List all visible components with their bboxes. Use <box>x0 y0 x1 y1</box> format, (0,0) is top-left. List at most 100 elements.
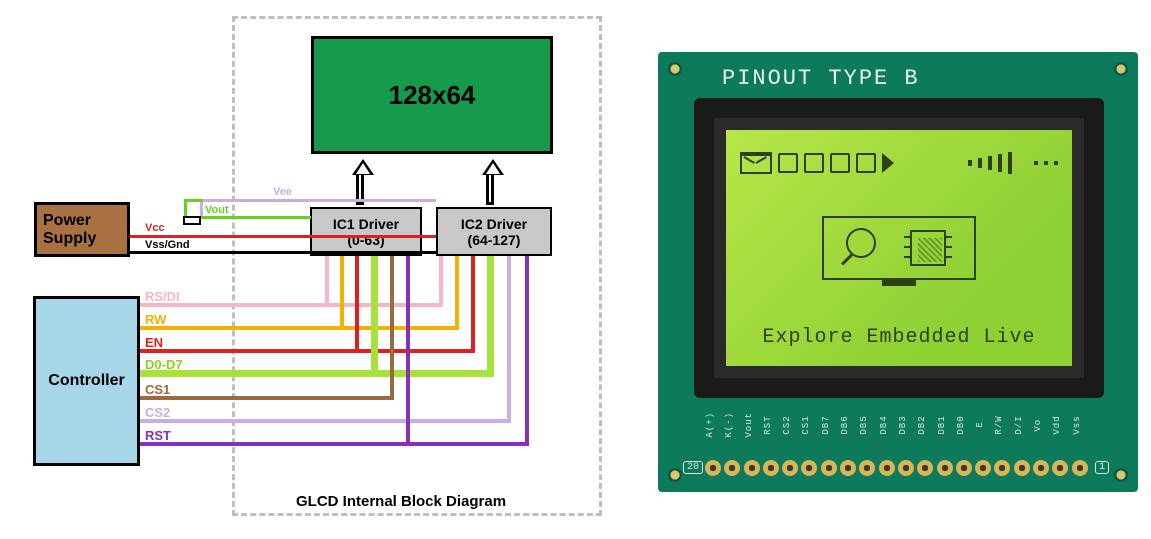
ic2-driver: IC2 Driver (64-127) <box>436 207 552 256</box>
pin-label: A(+) <box>705 412 721 438</box>
pin-pad <box>937 460 953 476</box>
battery-icon <box>856 153 876 173</box>
pin-labels-row: VssVddVoD/IR/WEDB0DB1DB2DB3DB4DB5DB6DB7C… <box>705 412 1088 438</box>
chip-pin <box>904 236 910 238</box>
wire-vcc <box>130 235 436 238</box>
pin-pad <box>879 460 895 476</box>
arrow-ic2 <box>482 159 504 175</box>
pin-pad <box>898 460 914 476</box>
ic1-line1: IC1 Driver <box>333 216 399 232</box>
signal-bar <box>988 156 992 170</box>
pin-label: DB0 <box>956 412 972 438</box>
pin-pad <box>821 460 837 476</box>
pin-count-left: 20 <box>683 461 703 474</box>
signal-bar <box>1008 152 1012 174</box>
wire-rw-v1 <box>340 256 344 330</box>
pin-pad <box>859 460 875 476</box>
wire-vout-top <box>184 199 203 202</box>
wire-data-h <box>140 370 493 377</box>
pin-label: E <box>975 412 991 438</box>
chip-pin <box>946 236 952 238</box>
chip-pin <box>946 256 952 258</box>
arrow-ic2-stem <box>486 175 494 205</box>
chip-icon <box>910 230 946 266</box>
power-line1: Power <box>43 212 91 230</box>
signal-bar <box>968 160 972 166</box>
wire-en-v1 <box>355 256 359 353</box>
screen-center-art <box>822 216 976 292</box>
battery-icon <box>830 153 850 173</box>
pin-label: DB5 <box>859 412 875 438</box>
pin-label: Vdd <box>1052 412 1068 438</box>
wire-rst-h <box>140 442 528 446</box>
power-supply-block: Power Supply <box>34 202 130 257</box>
lcd-screen: Explore Embedded Live <box>726 130 1072 366</box>
pin-pad <box>1072 460 1088 476</box>
pin-pad <box>994 460 1010 476</box>
pin-label: CS1 <box>801 412 817 438</box>
signal-bar <box>978 158 982 168</box>
pin-pad <box>975 460 991 476</box>
pin-label: Vout <box>744 412 760 438</box>
screen-text-line: Explore Embedded Live <box>726 326 1072 349</box>
dots-icon <box>1044 161 1048 165</box>
wire-rsdi-h <box>140 303 442 307</box>
pin-pad <box>801 460 817 476</box>
wire-rw-h <box>140 326 458 330</box>
dots-icon <box>1034 161 1038 165</box>
pin-label: Vss <box>1072 412 1088 438</box>
battery-icon <box>804 153 824 173</box>
wire-vss <box>130 251 436 254</box>
chip-pin <box>904 246 910 248</box>
ic1-driver: IC1 Driver (0-63) <box>310 207 422 256</box>
pin-pad <box>705 460 721 476</box>
wire-vout-h <box>184 216 311 219</box>
pin-label: DB1 <box>937 412 953 438</box>
pin-count-right: 1 <box>1095 461 1109 474</box>
label-cs1: CS1 <box>145 382 170 397</box>
wire-cs1-h <box>140 396 393 400</box>
monitor-icon <box>822 216 976 280</box>
pin-label: K(-) <box>724 412 740 438</box>
wire-en-v2 <box>471 256 475 353</box>
pin-pad <box>956 460 972 476</box>
pin-pad <box>1014 460 1030 476</box>
label-en: EN <box>145 335 163 350</box>
arrow-ic1 <box>352 159 374 175</box>
wire-rst-v2 <box>525 256 529 446</box>
power-line2: Supply <box>43 230 96 248</box>
wire-rst-v1 <box>406 256 410 446</box>
label-rst: RST <box>145 428 171 443</box>
ic2-line2: (64-127) <box>468 232 521 248</box>
pin-label: DB7 <box>821 412 837 438</box>
pin-pad <box>763 460 779 476</box>
pin-label: D/I <box>1014 412 1030 438</box>
pcb-title: PINOUT TYPE B <box>722 66 920 91</box>
diagram-caption: GLCD Internal Block Diagram <box>292 493 510 510</box>
label-cs2: CS2 <box>145 405 170 420</box>
wire-vee-h <box>200 199 436 202</box>
label-vee: Vee <box>273 186 292 198</box>
signal-bar <box>998 154 1002 172</box>
wire-en-h <box>140 349 474 353</box>
screw-icon <box>668 468 682 482</box>
screw-icon <box>668 62 682 76</box>
pin-label: RST <box>763 412 779 438</box>
monitor-stand <box>882 280 916 286</box>
pin-pad <box>724 460 740 476</box>
wire-rsdi-v1 <box>325 256 329 307</box>
wire-rw-v2 <box>455 256 459 330</box>
label-data: D0-D7 <box>145 357 183 372</box>
controller-label: Controller <box>48 372 124 390</box>
chip-pin <box>904 256 910 258</box>
pin-pad <box>1052 460 1068 476</box>
dots-icon <box>1054 161 1058 165</box>
display-block: 128x64 <box>311 36 553 154</box>
pin-pad-row <box>705 460 1088 476</box>
label-vcc: Vcc <box>145 222 165 234</box>
pin-pad <box>917 460 933 476</box>
battery-icon <box>778 153 798 173</box>
wire-data-v1 <box>371 256 378 377</box>
battery-arrow-icon <box>882 153 894 173</box>
wire-rsdi-v2 <box>439 256 443 307</box>
